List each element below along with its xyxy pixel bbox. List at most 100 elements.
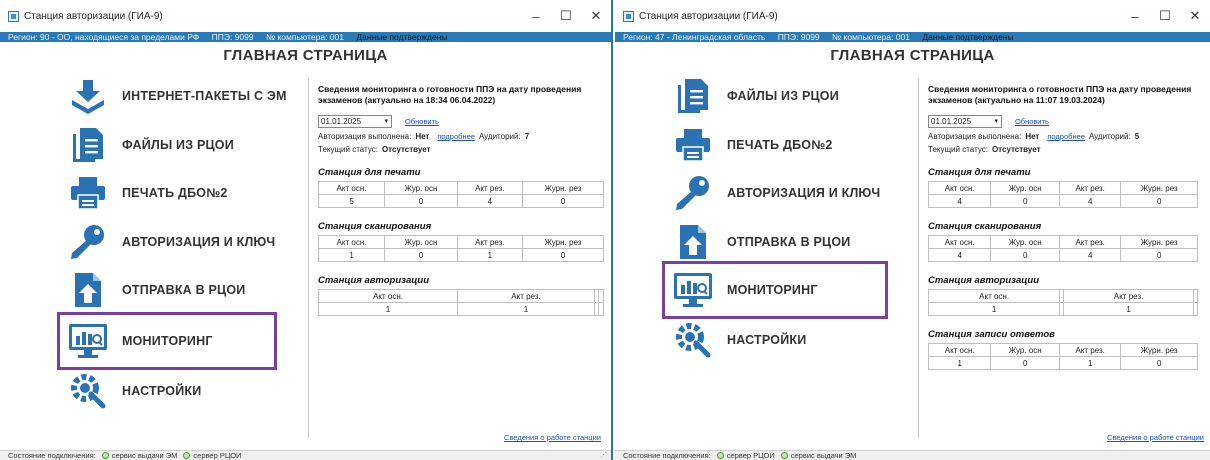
menu-item-documents[interactable]: ФАЙЛЫ ИЗ РЦОИ (665, 72, 895, 121)
minimize-icon[interactable]: – (521, 0, 551, 32)
details-link[interactable]: подробнее (1047, 132, 1085, 141)
station-table: Акт осн. Акт рез. 1 1 (317, 289, 604, 316)
table-row: 1010 (927, 356, 1198, 370)
station-info-link[interactable]: Сведения о работе станции (1107, 433, 1204, 442)
auth-row: Авторизация выполнена: Нет подробнее Аудито… (928, 132, 1198, 141)
key-icon (66, 222, 110, 262)
menu-item-printer[interactable]: ПЕЧАТЬ ДБО№2 (665, 121, 895, 170)
table-header-cell: Журн. рез (521, 235, 605, 249)
monitoring-panel: Сведения мониторинга о готовности ППЭ на… (927, 84, 1199, 370)
menu-item-documents[interactable]: ФАЙЛЫ ИЗ РЦОИ (60, 121, 290, 170)
auth-label: Авторизация выполнена: (928, 132, 1022, 141)
menu-item-monitoring[interactable]: МОНИТОРИНГ (57, 311, 277, 370)
date-select[interactable]: 01.01.2025 (318, 114, 392, 128)
status-bar: Состояние подключения: сервис выдачи ЭМ … (0, 450, 611, 460)
table-header-row: Акт осн. Жур. осн Акт рез. Журн. рез (927, 235, 1198, 249)
table-cell: 5 (317, 194, 386, 208)
upload-document-icon (66, 270, 110, 310)
table-header-cell: Жур. осн (990, 181, 1060, 195)
status-led-icon (716, 452, 724, 459)
station-table: Акт осн. Жур. осн Акт рез. Журн. рез 5 0 4 0 (317, 181, 605, 208)
connection-service-2: сервис выдачи ЭМ (790, 451, 857, 460)
title-bar[interactable]: Станция авторизации (ГИА-9) – ☐ ✕ (0, 0, 611, 32)
table-header-row: Акт осн. Жур. осн Акт рез. Журн. рез (927, 343, 1198, 357)
upload-document-icon (671, 222, 715, 262)
table-cell: 0 (384, 194, 458, 208)
table-row: 4040 (927, 194, 1198, 208)
maximize-icon[interactable]: ☐ (551, 0, 581, 32)
station-table: Акт осн. Акт рез. 1 1 (927, 289, 1199, 316)
menu-item-monitoring[interactable]: МОНИТОРИНГ (662, 261, 888, 319)
section-title: Станция для печати (318, 167, 421, 178)
menu-item-settings[interactable]: НАСТРОЙКИ (665, 316, 895, 365)
date-select[interactable]: 01.01.2025 (928, 114, 1002, 128)
minimize-icon[interactable]: – (1120, 0, 1150, 32)
table-cell: 1 (1063, 302, 1194, 316)
table-header-cell: Акт осн. (317, 181, 386, 195)
table-cell: 4 (927, 194, 992, 208)
connection-label: Состояние подключения: (623, 451, 711, 460)
maximize-icon[interactable]: ☐ (1150, 0, 1180, 32)
status-label: Текущий статус: (928, 145, 988, 154)
status-value: Отсутствует (381, 145, 431, 154)
auth-value: Нет (1025, 132, 1040, 141)
close-icon[interactable]: ✕ (1180, 0, 1210, 32)
table-header-cell: Акт осн. (927, 235, 992, 249)
menu-item-key[interactable]: АВТОРИЗАЦИЯ И КЛЮЧ (60, 218, 290, 267)
station-info-link[interactable]: Сведения о работе станции (504, 433, 601, 442)
section-title: Станция записи ответов (928, 329, 1055, 340)
title-bar[interactable]: Станция авторизации (ГИА-9) – ☐ ✕ (615, 0, 1210, 32)
status-led-icon (101, 452, 109, 459)
menu-item-upload-document[interactable]: ОТПРАВКА В РЦОИ (665, 218, 895, 267)
table-row: 11 (927, 302, 1199, 316)
table-header-cell (598, 289, 604, 303)
monitoring-icon (66, 321, 110, 361)
resize-grip-icon[interactable]: ⋰ (600, 451, 607, 460)
monitoring-icon (671, 270, 715, 310)
app-icon (623, 10, 634, 22)
region-text: Регион: 90 - ОО, находящиеся за пределам… (8, 32, 200, 42)
table-header-cell: Журн. рез (1120, 343, 1198, 357)
window-title: Станция авторизации (ГИА-9) (24, 10, 163, 22)
table-header-cell: Журн. рез (521, 181, 605, 195)
table-cell: 4 (1058, 194, 1122, 208)
computer-text: № компьютера: 001 (832, 32, 911, 42)
menu-item-label: ИНТЕРНЕТ-ПАКЕТЫ С ЭМ (122, 89, 287, 104)
region-text: Регион: 47 - Ленинградская область (623, 32, 766, 42)
menu-item-upload-document[interactable]: ОТПРАВКА В РЦОИ (60, 266, 290, 315)
section-title: Станция авторизации (318, 275, 430, 286)
table-cell: 0 (521, 248, 605, 262)
table-cell: 1 (927, 302, 1061, 316)
menu-item-settings[interactable]: НАСТРОЙКИ (60, 367, 290, 416)
table-header-cell: Акт рез. (456, 181, 523, 195)
status-bar: Состояние подключения: сервер РЦОИ серви… (615, 450, 1210, 460)
table-header-cell: Акт осн. (317, 235, 386, 249)
menu-item-label: АВТОРИЗАЦИЯ И КЛЮЧ (122, 234, 276, 249)
table-header-cell: Акт рез. (1058, 343, 1122, 357)
menu-item-download[interactable]: ИНТЕРНЕТ-ПАКЕТЫ С ЭМ (60, 72, 290, 121)
documents-icon (671, 76, 715, 116)
section-title: Станция сканирования (318, 221, 432, 232)
close-icon[interactable]: ✕ (581, 0, 611, 32)
section-title: Станция сканирования (928, 221, 1042, 232)
table-header-cell: Акт осн. (927, 181, 992, 195)
window-title: Станция авторизации (ГИА-9) (639, 10, 778, 22)
table-cell: 1 (1058, 356, 1122, 370)
computer-text: № компьютера: 001 (266, 32, 344, 42)
monitoring-panel: Сведения мониторинга о готовности ППЭ на… (317, 84, 605, 316)
status-label: Текущий статус: (318, 145, 378, 154)
table-cell: 1 (456, 248, 523, 262)
download-icon (66, 76, 110, 116)
refresh-link[interactable]: Обновить (1015, 117, 1049, 126)
table-header-cell: Акт осн. (927, 343, 992, 357)
menu-item-label: ФАЙЛЫ ИЗ РЦОИ (122, 137, 234, 152)
table-cell: 0 (1120, 248, 1198, 262)
refresh-link[interactable]: Обновить (405, 117, 439, 126)
menu-item-key[interactable]: АВТОРИЗАЦИЯ И КЛЮЧ (665, 169, 895, 218)
table-cell: 4 (456, 194, 523, 208)
status-led-icon (183, 452, 191, 459)
details-link[interactable]: подробнее (437, 132, 475, 141)
menu-item-printer[interactable]: ПЕЧАТЬ ДБО№2 (60, 169, 290, 218)
status-value: Отсутствует (991, 145, 1041, 154)
table-cell: 0 (990, 248, 1060, 262)
